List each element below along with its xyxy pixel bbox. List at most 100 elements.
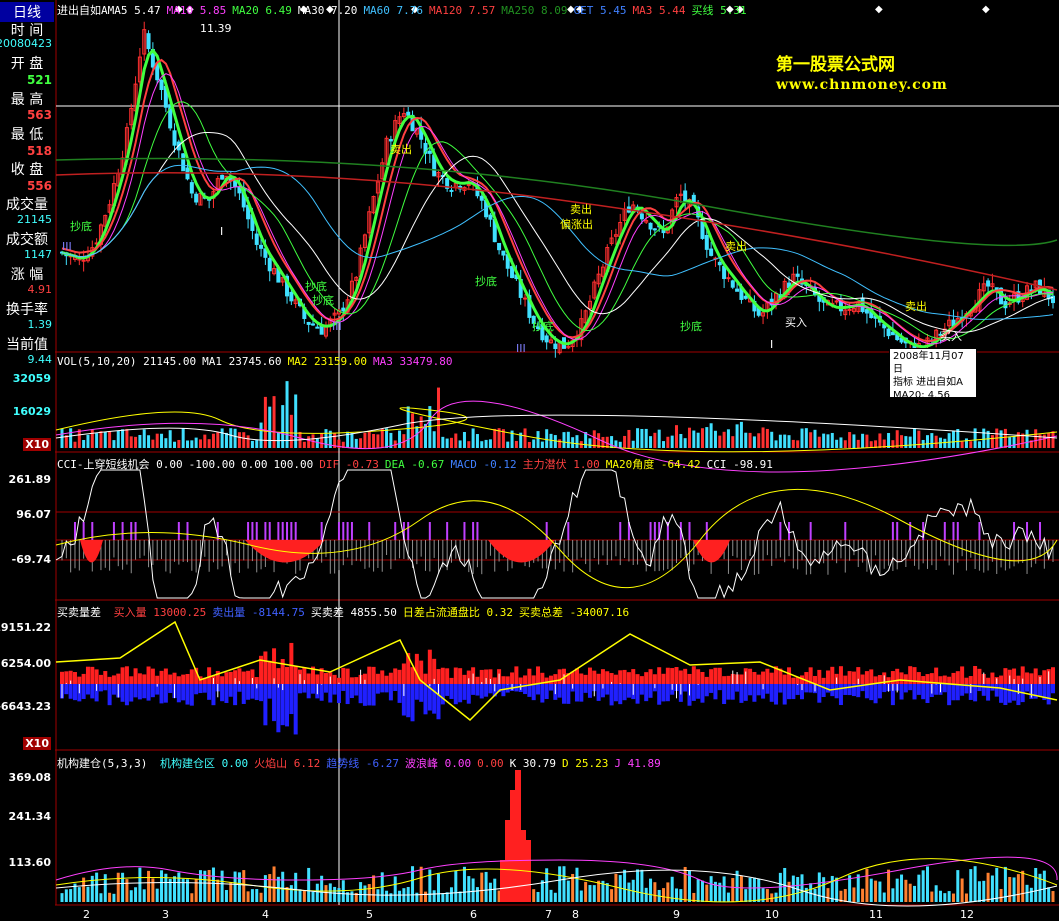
buy-volume-bar — [397, 669, 402, 684]
volume-bar — [359, 438, 363, 448]
volume-bar — [943, 438, 947, 448]
buy-volume-bar — [596, 673, 601, 684]
buy-volume-bar — [155, 675, 160, 684]
total-diff-line — [55, 620, 1058, 722]
inst-bar — [956, 870, 960, 902]
inst-bar — [121, 872, 125, 902]
flow-legend: 买卖量差 买入量 13000.25 卖出量 -8144.75 买卖差 4855.50… — [57, 604, 635, 620]
volume-bar — [151, 439, 155, 448]
period-tab[interactable]: 日线 — [0, 2, 54, 22]
candle-body — [341, 307, 346, 312]
volume-bar — [95, 433, 99, 448]
volume-bar — [1047, 432, 1051, 448]
sell-volume-bar — [644, 684, 649, 702]
volume-bar — [1016, 432, 1020, 448]
inst-bar — [917, 874, 921, 902]
volume-bar — [627, 429, 631, 448]
inst-bar — [177, 872, 181, 902]
inst-bar — [398, 890, 402, 902]
sell-volume-bar — [302, 684, 307, 693]
inst-bar — [367, 884, 371, 902]
sell-volume-bar — [445, 684, 450, 696]
volume-bar — [411, 413, 415, 448]
buy-volume-bar — [999, 675, 1004, 684]
candle-body — [289, 291, 294, 302]
volume-bar — [138, 434, 142, 448]
sell-volume-bar — [358, 684, 363, 704]
sell-volume-bar — [202, 684, 207, 693]
sell-volume-bar — [332, 684, 337, 695]
sell-volume-bar — [176, 684, 181, 703]
inst-legend-item: 火焰山 6.12 — [254, 757, 321, 770]
sell-volume-bar — [787, 684, 792, 700]
volume-bar — [60, 428, 64, 448]
inst-bar — [1012, 877, 1016, 902]
close-label: 收 盘 — [10, 162, 44, 178]
volume-bar — [324, 429, 328, 448]
sell-volume-bar — [947, 684, 952, 706]
volume-bar — [532, 439, 536, 448]
inst-bar — [337, 888, 341, 902]
volume-bar — [242, 432, 246, 448]
buy-volume-bar — [263, 651, 268, 684]
candle-body — [864, 309, 869, 314]
volume-bar — [112, 440, 116, 448]
sell-volume-bar — [942, 684, 947, 693]
inst-bar — [484, 871, 488, 902]
sell-volume-bar — [838, 684, 843, 706]
buy-volume-bar — [453, 667, 458, 684]
volume-bar — [307, 436, 311, 448]
volume-bar — [649, 436, 653, 448]
sell-volume-bar — [488, 684, 493, 694]
inst-bar — [415, 892, 419, 902]
volume-bar — [878, 433, 882, 448]
buy-volume-bar — [696, 669, 701, 684]
buy-volume-bar — [968, 676, 973, 684]
volume-bar — [960, 441, 964, 448]
buy-volume-bar — [505, 676, 510, 684]
sell-volume-bar — [246, 684, 251, 700]
main-legend-item: MA60 7.76 — [363, 4, 424, 17]
sell-volume-bar — [622, 684, 627, 701]
sell-volume-bar — [873, 684, 878, 704]
sell-volume-bar — [85, 684, 90, 695]
inst-bar — [532, 889, 536, 902]
buy-volume-bar — [523, 675, 528, 684]
sell-volume-bar — [877, 684, 882, 699]
buy-volume-bar — [246, 670, 251, 684]
buy-volume-bar — [704, 676, 709, 684]
buy-volume-bar — [1025, 672, 1030, 684]
volume-legend-item: MA1 23745.60 — [202, 355, 282, 368]
candle-body — [388, 139, 393, 142]
volume-bar — [990, 435, 994, 448]
volume-bar — [216, 432, 220, 448]
inst-bar — [147, 870, 151, 902]
sell-volume-bar — [124, 684, 129, 706]
candle-body — [553, 343, 558, 350]
sell-volume-bar — [168, 684, 173, 693]
inst-bar — [887, 869, 891, 902]
buy-volume-bar — [341, 667, 346, 684]
sell-volume-bar — [207, 684, 212, 700]
candle-body — [306, 321, 311, 325]
sell-volume-bar — [903, 684, 908, 693]
buy-volume-bar — [587, 667, 592, 684]
volume-bar — [713, 430, 717, 448]
buy-volume-bar — [388, 672, 393, 684]
volume-bar — [523, 428, 527, 448]
sell-volume-bar — [899, 684, 904, 700]
sell-volume-bar — [665, 684, 670, 702]
buy-volume-bar — [674, 667, 679, 684]
buy-volume-bar — [176, 676, 181, 684]
cci-legend-item: -100.00 — [188, 458, 235, 471]
buy-volume-bar — [726, 675, 731, 684]
inst-bar — [973, 866, 977, 902]
sell-volume-bar — [566, 684, 571, 704]
buy-volume-bar — [613, 674, 618, 684]
buy-volume-bar — [280, 659, 285, 684]
buy-volume-bar — [787, 667, 792, 684]
sell-volume-bar — [384, 684, 389, 693]
volume-bar — [675, 425, 679, 448]
inst-bar — [385, 890, 389, 902]
sell-volume-bar — [250, 684, 255, 699]
